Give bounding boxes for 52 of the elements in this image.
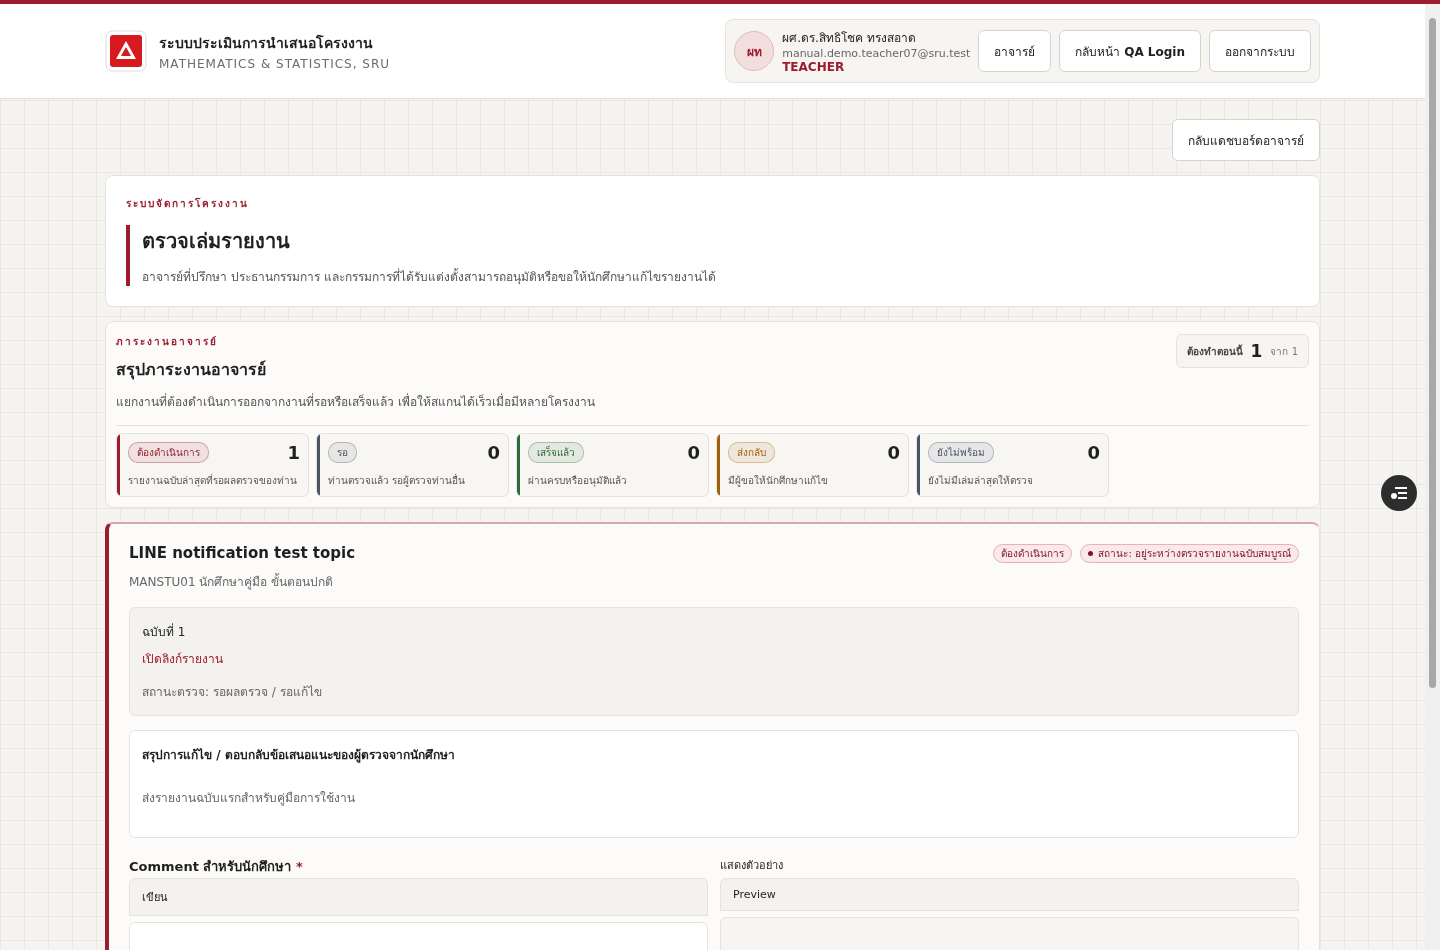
status-badge: ยังไม่พร้อม xyxy=(928,442,994,463)
status-badge: ส่งกลับ xyxy=(728,442,775,463)
project-meta: MANSTU01 นักศึกษาคู่มือ ขั้นตอนปกติ xyxy=(129,572,335,591)
header-button[interactable]: อาจารย์ xyxy=(978,30,1052,72)
status-note: ท่านตรวจแล้ว รอผู้ตรวจท่านอื่น xyxy=(328,475,466,486)
now-total: จาก 1 xyxy=(1270,344,1298,359)
page-description: อาจารย์ที่ปรึกษา ประธานกรรมการ และกรรมการที่ได้รับแต่งตั้งสามารถอนุมัติหรือขอให้นักศึกษาแก้ไขรายงานได้ xyxy=(142,267,717,286)
user-role: TEACHER xyxy=(782,60,846,74)
header-button[interactable]: กลับหน้า QA Login xyxy=(1059,30,1201,72)
status-tag: ต้องดำเนินการ xyxy=(993,544,1073,563)
status-badge: ต้องดำเนินการ xyxy=(128,442,209,463)
comment-label: Comment สำหรับนักศึกษา xyxy=(129,859,292,874)
header-button[interactable]: ออกจากระบบ xyxy=(1209,30,1311,72)
write-tab[interactable]: เขียน xyxy=(129,878,708,916)
back-button[interactable]: กลับแดชบอร์ดอาจารย์ xyxy=(1172,119,1320,161)
preview-tab[interactable]: Preview xyxy=(720,878,1299,911)
user-avatar: ผท xyxy=(734,31,775,71)
revision-text: ส่งรายงานฉบับแรกสำหรับคู่มือการใช้งาน xyxy=(142,790,356,807)
now-label: ต้องทำตอนนี้ xyxy=(1186,343,1243,359)
version-label: ฉบับที่ 1 xyxy=(142,622,187,641)
list-icon xyxy=(1390,486,1408,500)
app-subtitle: MATHEMATICS & STATISTICS, SRU xyxy=(159,56,391,71)
status-note: มีผู้ขอให้นักศึกษาแก้ไข xyxy=(728,475,828,486)
required-mark: * xyxy=(295,859,303,874)
status-count: 0 xyxy=(887,442,900,463)
project-title: LINE notification test topic xyxy=(129,544,356,562)
status-badge: เสร็จแล้ว xyxy=(528,442,584,463)
status-count: 1 xyxy=(287,442,300,463)
status-badge: รอ xyxy=(328,442,357,463)
logo-icon xyxy=(105,30,147,72)
now-count: 1 xyxy=(1250,341,1263,361)
status-count: 0 xyxy=(487,442,500,463)
summary-description: แยกงานที่ต้องดำเนินการออกจากงานที่รอหรือเสร็จแล้ว เพื่อให้สแกนได้เร็วเมื่อมีหลายโครงงาน xyxy=(116,392,595,411)
status-note: รายงานฉบับล่าสุดที่รอผลตรวจของท่าน xyxy=(128,475,297,486)
report-link[interactable]: เปิดลิงก์รายงาน xyxy=(142,649,223,668)
revision-title: สรุปการแก้ไข / ตอบกลับข้อเสนอแนะของผู้ตรวจจากนักศึกษา xyxy=(142,747,456,764)
review-status: สถานะตรวจ: รอผลตรวจ / รอแก้ไข xyxy=(142,684,323,701)
preview-label: แสดงตัวอย่าง xyxy=(720,858,784,874)
status-tag: สถานะ: อยู่ระหว่างตรวจรายงานฉบับสมบูรณ์ xyxy=(1080,544,1299,563)
status-count: 0 xyxy=(1087,442,1100,463)
status-count: 0 xyxy=(687,442,700,463)
page-title: ตรวจเล่มรายงาน xyxy=(142,228,291,255)
user-name: ผศ.ดร.สิทธิโชค ทรงสอาด xyxy=(782,30,917,47)
section-eyebrow: ภาระงานอาจารย์ xyxy=(116,335,219,349)
user-email: manual.demo.teacher07@sru.test xyxy=(782,47,971,60)
app-title: ระบบประเมินการนำเสนอโครงงาน xyxy=(159,33,374,53)
menu-fab[interactable] xyxy=(1381,475,1417,511)
summary-title: สรุปภาระงานอาจารย์ xyxy=(116,359,267,382)
status-note: ผ่านครบหรืออนุมัติแล้ว xyxy=(528,475,627,486)
status-note: ยังไม่มีเล่มล่าสุดให้ตรวจ xyxy=(928,475,1033,486)
section-eyebrow: ระบบจัดการโครงงาน xyxy=(126,197,250,211)
scrollbar[interactable] xyxy=(1425,4,1440,950)
